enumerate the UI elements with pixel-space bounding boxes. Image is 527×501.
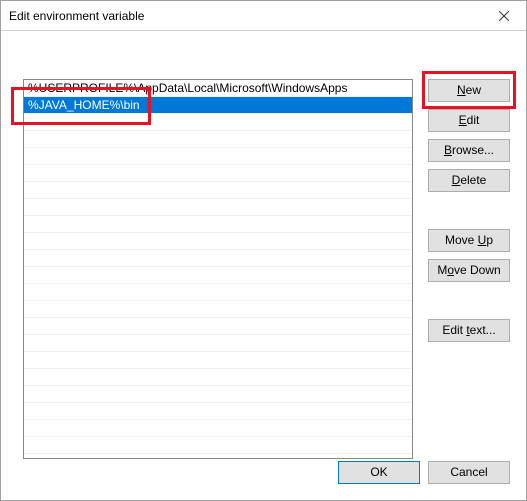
cancel-button[interactable]: Cancel [428,461,510,484]
ok-button[interactable]: OK [338,461,420,484]
edit-text-button[interactable]: Edit text... [428,319,510,342]
move-up-button[interactable]: Move Up [428,229,510,252]
list-item[interactable]: %JAVA_HOME%\bin [24,97,412,114]
dialog-footer: OK Cancel [338,461,510,484]
browse-button[interactable]: Browse... [428,139,510,162]
delete-button[interactable]: Delete [428,169,510,192]
window-title: Edit environment variable [9,9,481,23]
titlebar: Edit environment variable [1,1,526,31]
path-listbox[interactable]: %USERPROFILE%\AppData\Local\Microsoft\Wi… [23,79,413,459]
close-button[interactable] [481,1,526,30]
button-column: New Edit Browse... Delete Move Up Move D… [428,79,510,349]
close-icon [499,11,509,21]
new-button[interactable]: New [428,79,510,102]
list-item[interactable]: %USERPROFILE%\AppData\Local\Microsoft\Wi… [24,80,412,97]
list-filler [24,114,412,454]
move-down-button[interactable]: Move Down [428,259,510,282]
edit-button[interactable]: Edit [428,109,510,132]
dialog-content: %USERPROFILE%\AppData\Local\Microsoft\Wi… [1,31,526,500]
